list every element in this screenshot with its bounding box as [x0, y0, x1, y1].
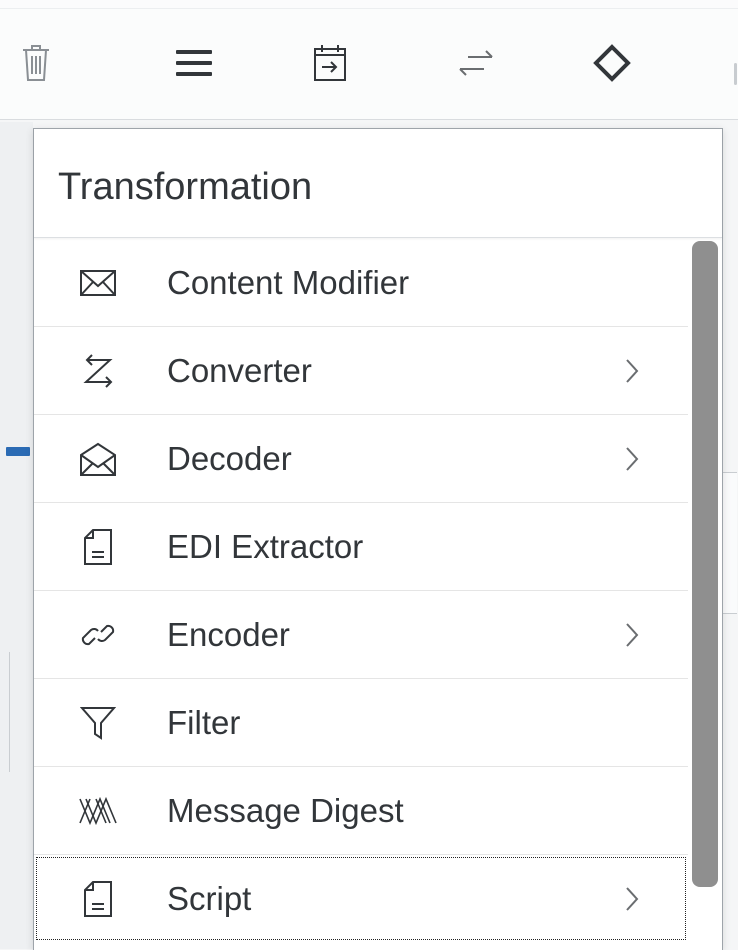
- transformation-list: Content Modifier Converter Decoder EDI E…: [34, 239, 688, 942]
- list-item-label: EDI Extractor: [167, 528, 364, 565]
- list-item-edi-extractor[interactable]: EDI Extractor: [34, 503, 688, 591]
- script-icon: [76, 877, 120, 921]
- gateway-icon: [593, 44, 631, 82]
- list-scrollbar[interactable]: [692, 241, 718, 887]
- canvas-right: [722, 122, 738, 949]
- converter-icon: [76, 349, 120, 393]
- list-item-label: Converter: [167, 352, 312, 389]
- digest-icon: [76, 789, 120, 833]
- menu-button[interactable]: [168, 37, 220, 89]
- toolbar-overflow-edge: [734, 63, 737, 85]
- top-strip: [0, 0, 738, 9]
- transformation-popover: Transformation Content Modifier Converte…: [33, 128, 723, 950]
- canvas-connector: [9, 652, 10, 772]
- link-icon: [76, 613, 120, 657]
- calendar-button[interactable]: [304, 37, 356, 89]
- sap-logo: [6, 447, 30, 456]
- list-item-decoder[interactable]: Decoder: [34, 415, 688, 503]
- list-item-label: Encoder: [167, 616, 290, 653]
- list-item-filter[interactable]: Filter: [34, 679, 688, 767]
- envelope-icon: [76, 261, 120, 305]
- gateway-button[interactable]: [586, 37, 638, 89]
- list-item-encoder[interactable]: Encoder: [34, 591, 688, 679]
- chevron-right-icon: [620, 441, 644, 477]
- list-item-label: Script: [167, 880, 252, 917]
- canvas-shape: [722, 472, 737, 614]
- exchange-icon: [459, 50, 493, 76]
- list-item-label: Decoder: [167, 440, 292, 477]
- filter-icon: [76, 701, 120, 745]
- chevron-right-icon: [620, 881, 644, 917]
- chevron-right-icon: [620, 353, 644, 389]
- list-item-label: Content Modifier: [167, 264, 410, 301]
- delete-button[interactable]: [16, 37, 56, 89]
- list-item-label: Message Digest: [167, 792, 404, 829]
- palette-toolbar: [0, 9, 738, 120]
- popover-header: Transformation: [34, 129, 722, 238]
- exchange-button[interactable]: [450, 37, 502, 89]
- open-envelope-icon: [76, 437, 120, 481]
- list-item-content-modifier[interactable]: Content Modifier: [34, 239, 688, 327]
- list-item-label: Filter: [167, 704, 241, 741]
- list-item-converter[interactable]: Converter: [34, 327, 688, 415]
- list-item-script[interactable]: Script: [34, 855, 688, 942]
- menu-icon: [176, 50, 212, 76]
- document-icon: [76, 525, 120, 569]
- trash-icon: [23, 45, 49, 81]
- calendar-icon: [314, 45, 346, 81]
- popover-title: Transformation: [58, 166, 313, 208]
- canvas-left: [0, 122, 33, 949]
- chevron-right-icon: [620, 617, 644, 653]
- list-item-message-digest[interactable]: Message Digest: [34, 767, 688, 855]
